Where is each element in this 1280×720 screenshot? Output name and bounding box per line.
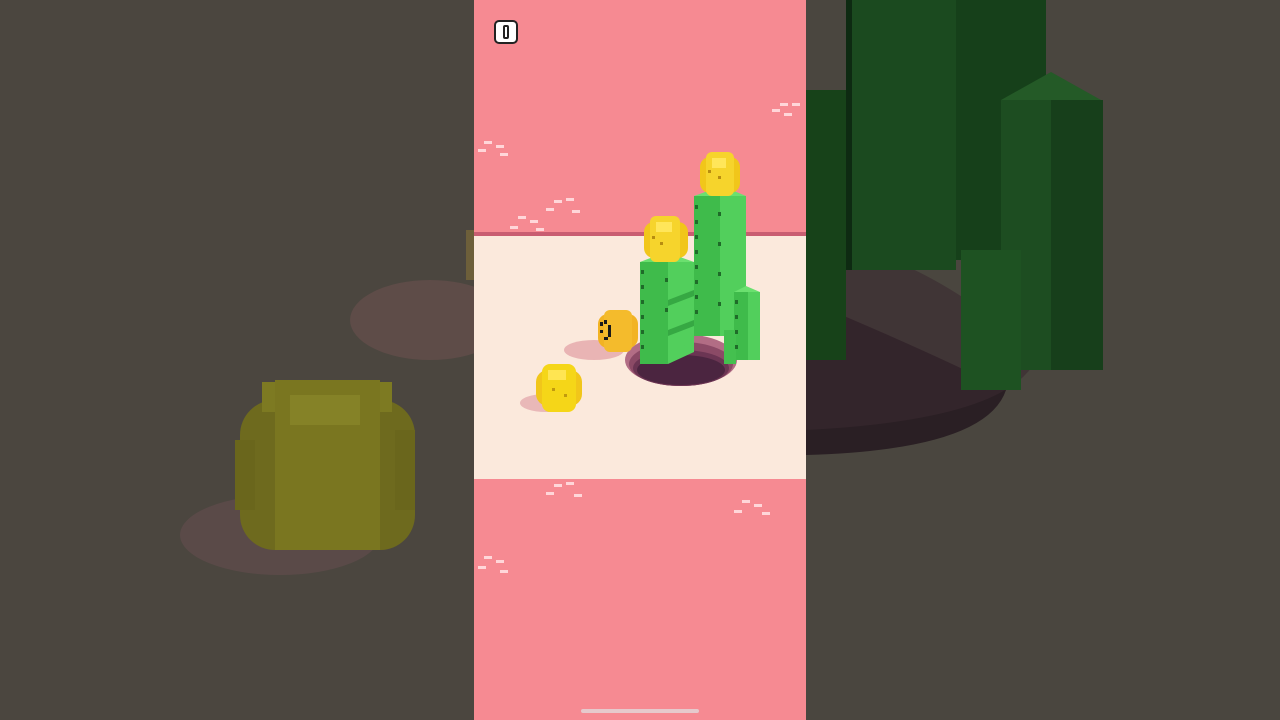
game-viewport[interactable] [474,0,806,720]
home-indicator[interactable] [581,709,699,713]
smiley-ball[interactable] [598,310,638,352]
pause-button[interactable] [494,20,518,44]
blurred-background-left [0,0,474,720]
blurred-background-right [806,0,1280,720]
cactus-medium [640,252,694,364]
video-frame [0,0,1280,720]
yellow-ball[interactable] [536,364,582,412]
flower-top-medium [644,216,688,262]
game-scene[interactable] [474,0,806,720]
pause-icon [503,25,509,39]
flower-top-tall [700,152,740,196]
dim-yellow-ball [235,380,415,550]
